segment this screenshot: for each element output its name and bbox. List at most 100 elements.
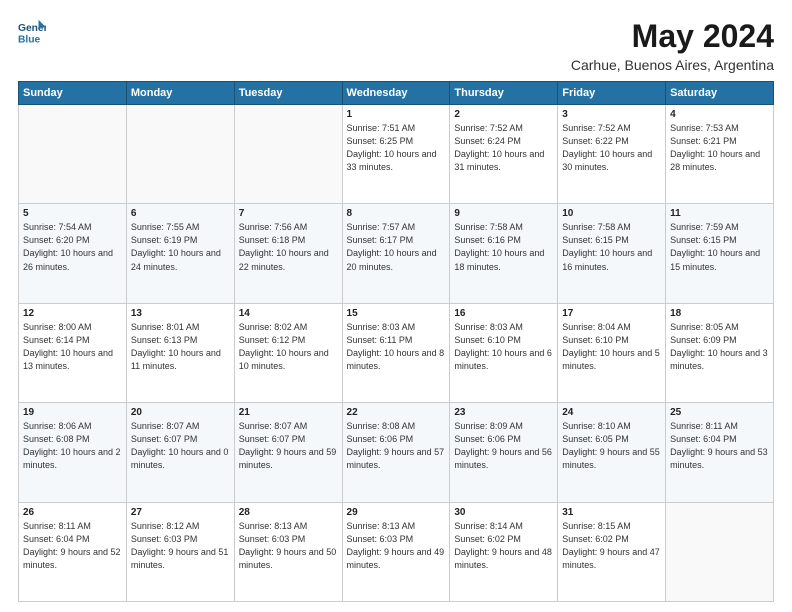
cell-w2-d2: 6 Sunrise: 7:55 AM Sunset: 6:19 PM Dayli… xyxy=(126,204,234,303)
cell-w1-d2 xyxy=(126,105,234,204)
day-info: Sunrise: 8:01 AM Sunset: 6:13 PM Dayligh… xyxy=(131,321,230,373)
cell-w4-d2: 20 Sunrise: 8:07 AM Sunset: 6:07 PM Dayl… xyxy=(126,403,234,502)
col-monday: Monday xyxy=(126,82,234,105)
sunset-text: Sunset: 6:03 PM xyxy=(347,534,414,544)
day-info: Sunrise: 8:03 AM Sunset: 6:10 PM Dayligh… xyxy=(454,321,553,373)
sunrise-text: Sunrise: 7:57 AM xyxy=(347,222,416,232)
sunset-text: Sunset: 6:10 PM xyxy=(562,335,629,345)
day-info: Sunrise: 7:54 AM Sunset: 6:20 PM Dayligh… xyxy=(23,221,122,273)
main-title: May 2024 xyxy=(571,18,774,55)
day-info: Sunrise: 8:08 AM Sunset: 6:06 PM Dayligh… xyxy=(347,420,446,472)
daylight-text: Daylight: 9 hours and 53 minutes. xyxy=(670,447,768,470)
week-row-4: 19 Sunrise: 8:06 AM Sunset: 6:08 PM Dayl… xyxy=(19,403,774,502)
daylight-text: Daylight: 10 hours and 33 minutes. xyxy=(347,149,437,172)
daylight-text: Daylight: 10 hours and 10 minutes. xyxy=(239,348,329,371)
day-info: Sunrise: 7:56 AM Sunset: 6:18 PM Dayligh… xyxy=(239,221,338,273)
week-row-5: 26 Sunrise: 8:11 AM Sunset: 6:04 PM Dayl… xyxy=(19,502,774,601)
col-saturday: Saturday xyxy=(666,82,774,105)
day-info: Sunrise: 8:04 AM Sunset: 6:10 PM Dayligh… xyxy=(562,321,661,373)
day-info: Sunrise: 7:58 AM Sunset: 6:16 PM Dayligh… xyxy=(454,221,553,273)
cell-w4-d7: 25 Sunrise: 8:11 AM Sunset: 6:04 PM Dayl… xyxy=(666,403,774,502)
day-info: Sunrise: 8:13 AM Sunset: 6:03 PM Dayligh… xyxy=(239,520,338,572)
sunset-text: Sunset: 6:04 PM xyxy=(23,534,90,544)
day-number: 25 xyxy=(670,407,769,418)
day-info: Sunrise: 8:07 AM Sunset: 6:07 PM Dayligh… xyxy=(131,420,230,472)
sunrise-text: Sunrise: 8:11 AM xyxy=(23,521,91,531)
daylight-text: Daylight: 9 hours and 47 minutes. xyxy=(562,547,660,570)
sunrise-text: Sunrise: 8:14 AM xyxy=(454,521,523,531)
sunset-text: Sunset: 6:19 PM xyxy=(131,235,198,245)
sunset-text: Sunset: 6:17 PM xyxy=(347,235,414,245)
cell-w3-d2: 13 Sunrise: 8:01 AM Sunset: 6:13 PM Dayl… xyxy=(126,303,234,402)
sunrise-text: Sunrise: 7:51 AM xyxy=(347,123,416,133)
sunset-text: Sunset: 6:02 PM xyxy=(562,534,629,544)
week-row-3: 12 Sunrise: 8:00 AM Sunset: 6:14 PM Dayl… xyxy=(19,303,774,402)
day-number: 27 xyxy=(131,507,230,518)
sunset-text: Sunset: 6:09 PM xyxy=(670,335,737,345)
day-number: 14 xyxy=(239,308,338,319)
daylight-text: Daylight: 10 hours and 2 minutes. xyxy=(23,447,121,470)
cell-w1-d7: 4 Sunrise: 7:53 AM Sunset: 6:21 PM Dayli… xyxy=(666,105,774,204)
sunset-text: Sunset: 6:15 PM xyxy=(670,235,737,245)
daylight-text: Daylight: 10 hours and 28 minutes. xyxy=(670,149,760,172)
sunset-text: Sunset: 6:20 PM xyxy=(23,235,90,245)
day-number: 15 xyxy=(347,308,446,319)
day-info: Sunrise: 8:07 AM Sunset: 6:07 PM Dayligh… xyxy=(239,420,338,472)
sunrise-text: Sunrise: 8:15 AM xyxy=(562,521,631,531)
day-info: Sunrise: 8:11 AM Sunset: 6:04 PM Dayligh… xyxy=(670,420,769,472)
sunrise-text: Sunrise: 8:13 AM xyxy=(347,521,416,531)
sunrise-text: Sunrise: 8:13 AM xyxy=(239,521,308,531)
sunrise-text: Sunrise: 7:59 AM xyxy=(670,222,739,232)
cell-w5-d3: 28 Sunrise: 8:13 AM Sunset: 6:03 PM Dayl… xyxy=(234,502,342,601)
cell-w2-d1: 5 Sunrise: 7:54 AM Sunset: 6:20 PM Dayli… xyxy=(19,204,127,303)
sunset-text: Sunset: 6:11 PM xyxy=(347,335,413,345)
cell-w5-d1: 26 Sunrise: 8:11 AM Sunset: 6:04 PM Dayl… xyxy=(19,502,127,601)
sunset-text: Sunset: 6:04 PM xyxy=(670,434,737,444)
day-number: 9 xyxy=(454,208,553,219)
day-info: Sunrise: 8:03 AM Sunset: 6:11 PM Dayligh… xyxy=(347,321,446,373)
daylight-text: Daylight: 10 hours and 15 minutes. xyxy=(670,248,760,271)
sunset-text: Sunset: 6:16 PM xyxy=(454,235,521,245)
day-info: Sunrise: 8:09 AM Sunset: 6:06 PM Dayligh… xyxy=(454,420,553,472)
col-wednesday: Wednesday xyxy=(342,82,450,105)
sunset-text: Sunset: 6:18 PM xyxy=(239,235,306,245)
day-info: Sunrise: 7:52 AM Sunset: 6:24 PM Dayligh… xyxy=(454,122,553,174)
sunset-text: Sunset: 6:07 PM xyxy=(131,434,198,444)
day-number: 3 xyxy=(562,109,661,120)
day-number: 29 xyxy=(347,507,446,518)
sunset-text: Sunset: 6:08 PM xyxy=(23,434,90,444)
sunrise-text: Sunrise: 7:52 AM xyxy=(562,123,631,133)
day-info: Sunrise: 8:00 AM Sunset: 6:14 PM Dayligh… xyxy=(23,321,122,373)
cell-w4-d5: 23 Sunrise: 8:09 AM Sunset: 6:06 PM Dayl… xyxy=(450,403,558,502)
sunrise-text: Sunrise: 8:09 AM xyxy=(454,421,523,431)
sunrise-text: Sunrise: 8:07 AM xyxy=(239,421,308,431)
daylight-text: Daylight: 10 hours and 20 minutes. xyxy=(347,248,437,271)
cell-w5-d7 xyxy=(666,502,774,601)
sunset-text: Sunset: 6:03 PM xyxy=(131,534,198,544)
sunrise-text: Sunrise: 7:53 AM xyxy=(670,123,739,133)
cell-w1-d1 xyxy=(19,105,127,204)
cell-w4-d6: 24 Sunrise: 8:10 AM Sunset: 6:05 PM Dayl… xyxy=(558,403,666,502)
day-number: 7 xyxy=(239,208,338,219)
sunrise-text: Sunrise: 7:54 AM xyxy=(23,222,92,232)
cell-w1-d5: 2 Sunrise: 7:52 AM Sunset: 6:24 PM Dayli… xyxy=(450,105,558,204)
calendar-header-row: Sunday Monday Tuesday Wednesday Thursday… xyxy=(19,82,774,105)
day-info: Sunrise: 8:02 AM Sunset: 6:12 PM Dayligh… xyxy=(239,321,338,373)
sunrise-text: Sunrise: 7:58 AM xyxy=(454,222,523,232)
sunset-text: Sunset: 6:24 PM xyxy=(454,136,521,146)
daylight-text: Daylight: 10 hours and 3 minutes. xyxy=(670,348,768,371)
cell-w1-d4: 1 Sunrise: 7:51 AM Sunset: 6:25 PM Dayli… xyxy=(342,105,450,204)
day-info: Sunrise: 7:59 AM Sunset: 6:15 PM Dayligh… xyxy=(670,221,769,273)
day-number: 20 xyxy=(131,407,230,418)
daylight-text: Daylight: 10 hours and 18 minutes. xyxy=(454,248,544,271)
day-number: 31 xyxy=(562,507,661,518)
sunrise-text: Sunrise: 8:05 AM xyxy=(670,322,739,332)
daylight-text: Daylight: 9 hours and 56 minutes. xyxy=(454,447,552,470)
daylight-text: Daylight: 10 hours and 26 minutes. xyxy=(23,248,113,271)
cell-w5-d2: 27 Sunrise: 8:12 AM Sunset: 6:03 PM Dayl… xyxy=(126,502,234,601)
daylight-text: Daylight: 10 hours and 22 minutes. xyxy=(239,248,329,271)
daylight-text: Daylight: 10 hours and 24 minutes. xyxy=(131,248,221,271)
day-number: 23 xyxy=(454,407,553,418)
cell-w3-d6: 17 Sunrise: 8:04 AM Sunset: 6:10 PM Dayl… xyxy=(558,303,666,402)
daylight-text: Daylight: 9 hours and 55 minutes. xyxy=(562,447,660,470)
